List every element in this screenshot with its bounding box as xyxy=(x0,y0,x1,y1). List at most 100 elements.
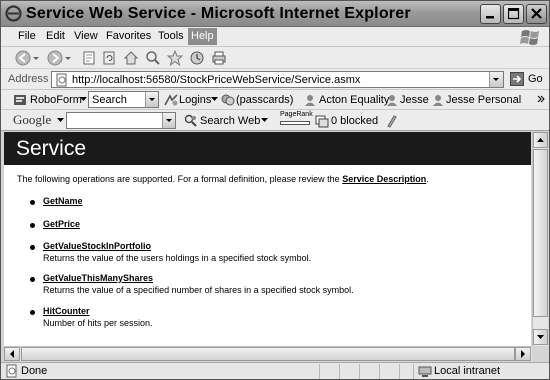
roboform-search-select[interactable]: Search xyxy=(88,91,159,108)
vertical-scrollbar[interactable] xyxy=(532,132,548,346)
intro-period: . xyxy=(426,174,429,184)
minimize-button[interactable] xyxy=(480,4,501,24)
bullet xyxy=(30,310,35,315)
page-icon xyxy=(56,73,67,87)
search-icon[interactable] xyxy=(145,50,161,66)
print-icon[interactable] xyxy=(211,50,227,66)
toolbar-overflow-icon[interactable] xyxy=(537,95,545,105)
security-zone-panel[interactable]: Local intranet xyxy=(413,364,549,379)
google-search-input[interactable] xyxy=(66,112,176,129)
menu-edit[interactable]: Edit xyxy=(43,30,68,42)
search-web-icon xyxy=(184,114,197,127)
menu-tools[interactable]: Tools xyxy=(155,30,187,42)
back-icon[interactable] xyxy=(15,50,31,66)
status-text: Done xyxy=(21,365,48,377)
google-logo[interactable]: Google xyxy=(13,112,51,128)
stop-icon[interactable] xyxy=(81,50,97,66)
identity-icon xyxy=(305,95,315,106)
address-label: Address xyxy=(8,73,49,85)
roboform-search-value: Search xyxy=(92,94,127,106)
title-bar[interactable]: Service Web Service - Microsoft Internet… xyxy=(1,1,549,27)
identity-jesse-personal[interactable]: Jesse Personal xyxy=(446,94,521,106)
horizontal-scroll-thumb[interactable] xyxy=(21,347,515,361)
identity-icon xyxy=(387,95,397,106)
horizontal-scrollbar[interactable] xyxy=(4,346,532,361)
operation-link-getvaluethismanyshares[interactable]: GetValueThisManyShares xyxy=(43,273,153,283)
logins-button[interactable]: Logins xyxy=(179,94,211,106)
google-menu-dropdown-icon[interactable] xyxy=(57,118,64,123)
close-button[interactable] xyxy=(526,4,547,24)
popup-blocked-count[interactable]: 0 blocked xyxy=(331,115,378,127)
service-description-link[interactable]: Service Description xyxy=(342,174,426,184)
operation-link-hitcounter[interactable]: HitCounter xyxy=(43,306,90,316)
chevron-down-icon xyxy=(537,335,544,339)
favorites-icon[interactable] xyxy=(167,50,183,66)
address-input[interactable]: http://localhost:56580/StockPriceWebServ… xyxy=(51,71,504,88)
history-icon[interactable] xyxy=(189,50,205,66)
identity-jesse[interactable]: Jesse xyxy=(400,94,429,106)
navigation-toolbar xyxy=(1,47,549,69)
roboform-dropdown-icon[interactable] xyxy=(80,97,87,102)
operation-link-getvaluestockinportfolio[interactable]: GetValueStockInPortfolio xyxy=(43,241,151,251)
vertical-scroll-thumb[interactable] xyxy=(533,149,548,317)
menu-favorites[interactable]: Favorites xyxy=(103,30,154,42)
search-web-button[interactable]: Search Web xyxy=(200,115,260,127)
menu-bar: File Edit View Favorites Tools Help xyxy=(1,27,549,47)
pagerank-bar xyxy=(280,121,310,125)
page-title: Service xyxy=(16,137,87,160)
menu-file[interactable]: File xyxy=(15,30,39,42)
scroll-down-button[interactable] xyxy=(533,329,548,345)
menu-help[interactable]: Help xyxy=(188,28,217,45)
back-dropdown-icon[interactable] xyxy=(32,50,40,66)
scroll-right-button[interactable] xyxy=(515,347,531,361)
status-panel xyxy=(319,364,339,379)
roboform-logo-icon xyxy=(14,95,26,105)
chevron-down-icon xyxy=(166,119,172,122)
bullet xyxy=(30,223,35,228)
roboform-menu[interactable]: RoboForm xyxy=(30,94,82,106)
refresh-icon[interactable] xyxy=(101,50,117,66)
operation-link-getname[interactable]: GetName xyxy=(43,196,83,206)
page-header: Service xyxy=(4,132,531,165)
status-panel xyxy=(339,364,359,379)
go-button[interactable]: Go xyxy=(528,73,543,85)
go-arrow-icon[interactable] xyxy=(510,72,524,86)
page-done-icon xyxy=(6,364,17,378)
status-panel xyxy=(399,364,413,379)
roboform-search-dropdown[interactable] xyxy=(145,92,158,107)
page-viewport[interactable]: Service The following operations are sup… xyxy=(4,132,531,346)
forward-icon[interactable] xyxy=(47,50,63,66)
local-intranet-icon xyxy=(418,366,432,377)
status-bar: Done Local intranet xyxy=(1,362,549,379)
home-icon[interactable] xyxy=(123,50,139,66)
passcards-button[interactable]: (passcards) xyxy=(236,94,293,106)
maximize-button[interactable] xyxy=(503,4,524,24)
bullet xyxy=(30,277,35,282)
search-web-dropdown-icon[interactable] xyxy=(261,118,268,123)
maximize-icon xyxy=(508,8,520,20)
menu-view[interactable]: View xyxy=(71,30,101,42)
scroll-left-button[interactable] xyxy=(4,347,20,361)
chevron-down-icon xyxy=(149,98,155,101)
scroll-up-button[interactable] xyxy=(533,132,548,148)
google-search-dropdown[interactable] xyxy=(162,113,175,128)
operation-description: Returns the value of the users holdings … xyxy=(43,253,312,263)
logins-icon xyxy=(164,94,178,106)
roboform-toolbar: RoboForm Search Logins (passcards) Acton… xyxy=(1,90,549,110)
operation-description: Returns the value of a specified number … xyxy=(43,285,354,295)
forward-dropdown-icon[interactable] xyxy=(64,50,72,66)
highlighter-icon[interactable] xyxy=(385,114,397,128)
chevron-left-icon xyxy=(10,350,14,358)
bullet xyxy=(30,245,35,250)
pagerank-indicator[interactable]: PageRank xyxy=(280,111,313,129)
logins-dropdown-icon[interactable] xyxy=(211,97,218,102)
popup-blocker-icon xyxy=(315,115,329,128)
identity-acton-equality[interactable]: Acton Equality xyxy=(319,94,389,106)
google-toolbar: Google Search Web PageRank 0 blocked xyxy=(1,110,549,131)
security-zone-label: Local intranet xyxy=(434,365,501,377)
address-dropdown-button[interactable] xyxy=(489,72,503,87)
operation-link-getprice[interactable]: GetPrice xyxy=(43,219,80,229)
address-url: http://localhost:56580/StockPriceWebServ… xyxy=(72,74,361,86)
chevron-down-icon xyxy=(493,78,499,81)
intro-text: The following operations are supported. … xyxy=(17,174,429,184)
